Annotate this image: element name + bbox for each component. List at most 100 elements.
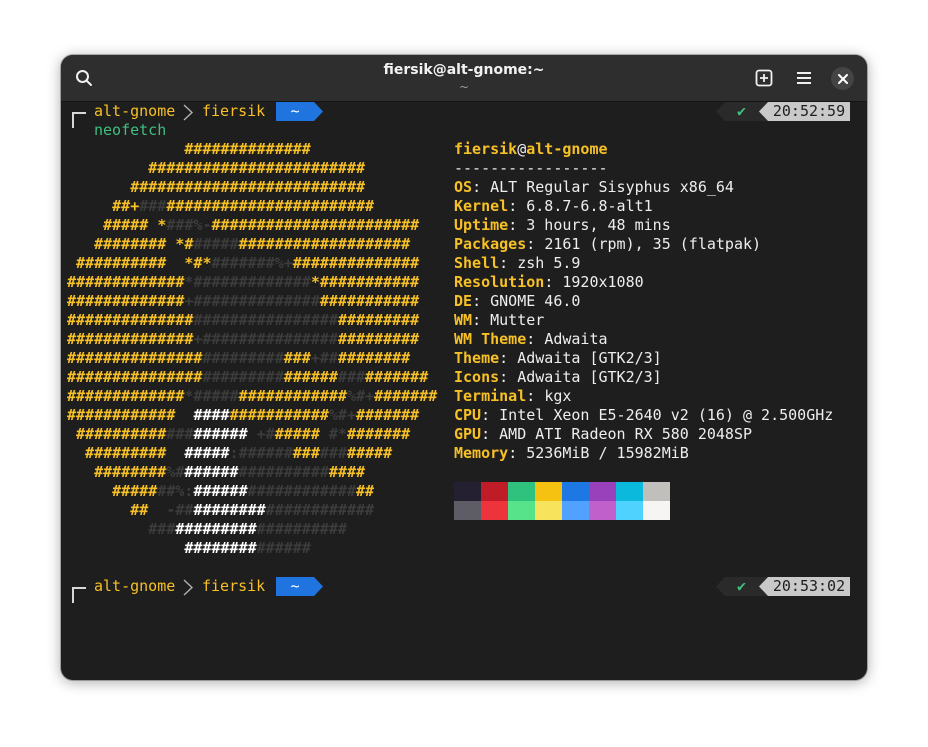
ascii-logo-segment: #######%+ [211,254,293,272]
info-row: OS: ALT Regular Sisyphus x86_64 [454,178,734,197]
info-colon: : [526,387,545,405]
ascii-logo-line: #######%:#################### [67,482,374,501]
ascii-logo-line: ######################################## [67,368,428,387]
ascii-logo-line: ##+########################## [67,197,374,216]
color-swatch [535,482,562,501]
info-value: AMD ATI Radeon RX 580 2048SP [499,425,753,443]
ascii-logo-line: #############*#############*########### [67,273,419,292]
ascii-logo-line: ############## [67,140,311,159]
ascii-logo-segment: ############ [265,501,375,519]
main-menu-button[interactable] [789,63,819,93]
hamburger-menu-icon [797,72,811,84]
ascii-logo-line: ################### +###### #*####### [67,425,410,444]
ascii-logo-segment: ##### [184,444,230,462]
info-row: WM Theme: Adwaita [454,330,608,349]
info-row: CPU: Intel Xeon E5-2640 v2 (16) @ 2.500G… [454,406,833,425]
color-swatch [481,501,508,520]
color-swatch [616,501,643,520]
ascii-logo-line: ########%##################### [67,463,365,482]
info-colon: : [508,197,527,215]
ascii-logo-segment: #* [319,425,347,443]
prompt-host: alt-gnome [94,577,176,595]
ascii-logo-segment: ############### [67,349,203,367]
prompt-time: 20:52:59 [768,102,850,121]
color-swatch [508,482,535,501]
color-swatch [535,501,562,520]
prompt-dir-badge: ~ [276,102,314,121]
status-ok-icon: ✔ [725,102,758,121]
ascii-logo-line: ######################## [67,159,365,178]
ascii-logo-segment: ####### [365,368,429,386]
ascii-logo-segment: :###### [229,444,293,462]
ascii-logo-segment: ############## [67,140,311,158]
ascii-logo-segment: ## [356,482,375,500]
ascii-logo-segment: ############ [238,387,347,405]
ascii-logo-line: ####################################### [67,311,419,330]
ascii-logo-line: ##############+######################## [67,330,419,349]
color-swatch [508,501,535,520]
ascii-logo-segment: ######## [67,235,167,253]
ascii-logo-segment: ###### [193,482,248,500]
ascii-logo-segment: ########## [67,425,167,443]
prompt-corner-icon [72,112,86,128]
ascii-logo-segment: ################ [193,311,338,329]
powerline-left-arrow-icon [758,577,768,596]
ascii-logo-segment: *#* [184,254,212,272]
ascii-logo-segment: ############## [67,330,194,348]
ascii-logo-segment: ############## [292,254,420,272]
info-label: Shell [454,254,500,272]
ascii-logo-segment: #### [328,463,366,481]
powerline-arrow-icon [314,577,323,596]
info-value: 1920x1080 [562,273,644,291]
chevron-right-icon [183,104,194,121]
ascii-logo-segment: ############## [67,311,194,329]
status-ok-icon: ✔ [725,577,758,596]
info-row: WM: Mutter [454,311,544,330]
terminal-window: fiersik@alt-gnome:~ ~ alt-gnome fiersik … [61,55,867,680]
ascii-logo-segment: ###### [256,539,311,557]
color-swatch [589,501,616,520]
info-label: GPU [454,425,482,443]
ascii-logo-line: ######### #####:################# [67,444,392,463]
prompt-corner-icon [72,587,86,603]
ascii-logo-segment: ## [67,501,149,519]
ascii-logo-segment: ########### [229,406,329,424]
color-swatch [481,482,508,501]
info-row: Memory: 5236MiB / 15982MiB [454,444,689,463]
ascii-logo-segment [166,254,184,272]
close-button[interactable] [831,67,854,90]
info-row: Icons: Adwaita [GTK2/3] [454,368,662,387]
ascii-logo-segment: ################### [238,235,411,253]
info-label: Packages [454,235,527,253]
user-host-line: fiersik@alt-gnome [454,140,608,159]
info-user: fiersik [454,140,518,158]
info-label: WM Theme [454,330,527,348]
ascii-logo-segment: ####### [374,387,438,405]
info-label: Theme [454,349,500,367]
ascii-logo-segment: -## [148,501,194,519]
new-tab-button[interactable] [749,63,779,93]
prompt-user: fiersik [202,577,266,595]
info-row: DE: GNOME 46.0 [454,292,580,311]
ascii-logo-segment: ####### [346,425,411,443]
ascii-logo-segment: ######### [337,311,420,329]
ascii-logo-segment: ##%: [157,482,194,500]
info-label: Resolution [454,273,545,291]
ascii-logo-segment: ##+ [67,197,140,215]
ascii-logo-segment: +############### [193,330,338,348]
info-label: CPU [454,406,482,424]
info-colon: : [472,178,491,196]
info-row: GPU: AMD ATI Radeon RX 580 2048SP [454,425,752,444]
ascii-logo-line: ########## *#*#######%+############## [67,254,419,273]
ascii-logo-segment: *# [175,235,194,253]
ascii-logo-segment: ##### [346,444,393,462]
ascii-logo-segment: ######## [193,501,266,519]
ascii-logo-segment: ####################### [166,197,375,215]
ascii-logo-segment [175,406,193,424]
ascii-logo-segment: * [157,216,167,234]
info-label: WM [454,311,473,329]
info-colon: : [526,235,545,253]
ascii-logo-segment: %#+ [346,387,375,405]
info-row: Resolution: 1920x1080 [454,273,644,292]
terminal-area[interactable]: alt-gnome fiersik ~ ✔ 20:52:59 neofetch … [61,102,867,680]
